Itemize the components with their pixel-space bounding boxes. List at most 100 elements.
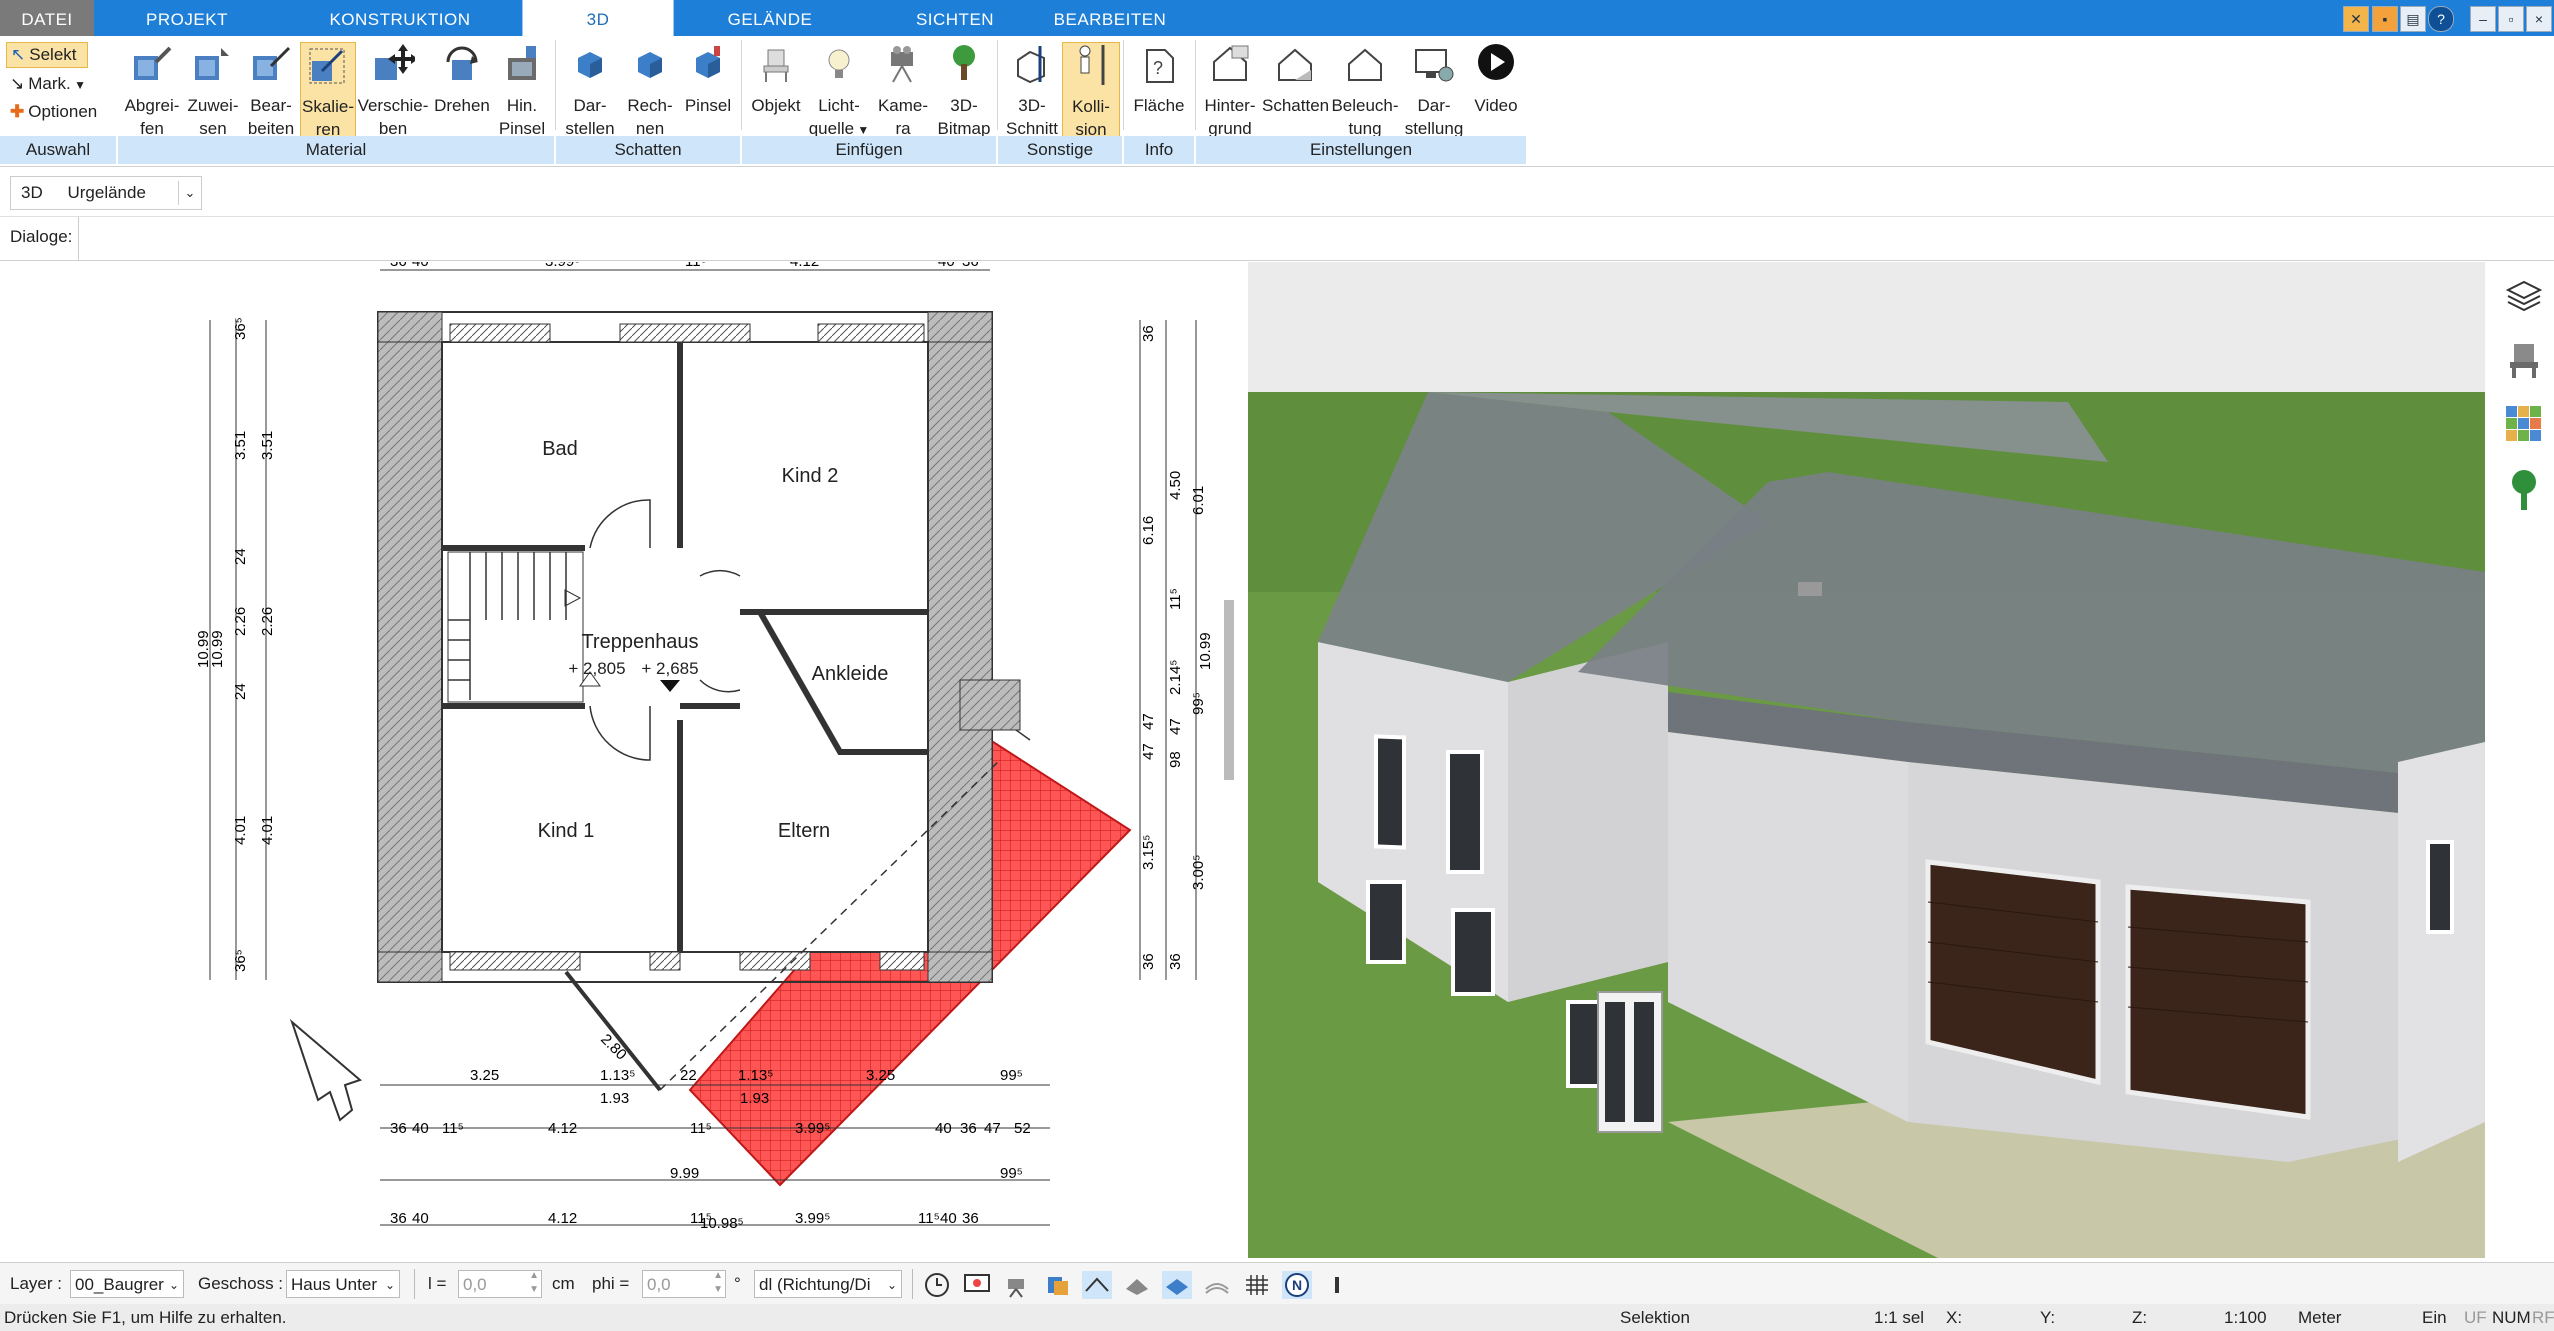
geschoss-dropdown[interactable]: Haus Unter ⌄ — [286, 1270, 400, 1298]
edit-material-icon — [253, 46, 291, 80]
tools-icon[interactable]: ✕ — [2343, 6, 2369, 32]
wireframe-icon[interactable] — [1082, 1271, 1112, 1299]
3d-scene[interactable] — [1248, 262, 2485, 1258]
ribbon-tab-bar: DATEI PROJEKT KONSTRUKTION 3D GELÄNDE SI… — [0, 0, 2554, 38]
tree-icon[interactable] — [2504, 468, 2544, 512]
bottom-toolbar: Layer : 00_Baugrer ⌄ Geschoss : Haus Unte… — [0, 1262, 2554, 1305]
mark-icon: ↘ — [10, 74, 25, 93]
help-icon[interactable]: ? — [2428, 6, 2454, 32]
tab-datei[interactable]: DATEI — [0, 0, 94, 36]
mark-button[interactable]: ↘ Mark. ▼ — [6, 72, 96, 96]
svg-text:N: N — [1292, 1277, 1302, 1293]
schatten-darstellen-button[interactable]: Dar-stellen — [560, 42, 620, 140]
layers-view-icon[interactable] — [1042, 1271, 1072, 1299]
ein-indicator: Ein — [2422, 1308, 2447, 1327]
minimize-icon[interactable]: – — [2470, 6, 2496, 32]
floor-plan-view[interactable]: Bad Kind 2 Treppenhaus + 2,805 + 2,685 A… — [0, 262, 1240, 1232]
abgreifen-button[interactable]: Abgrei-fen — [120, 42, 184, 140]
window — [879, 951, 925, 971]
video-button[interactable]: Video — [1468, 42, 1524, 117]
dim-label: 4.12 — [548, 1120, 577, 1137]
objekt-button[interactable]: Objekt — [746, 42, 806, 117]
chevron-down-icon[interactable]: ⌄ — [178, 181, 201, 205]
rf-indicator: RF — [2532, 1308, 2554, 1327]
flaeche-button[interactable]: ? Fläche — [1128, 42, 1190, 117]
display-settings-icon — [1415, 49, 1454, 82]
shadow-toggle-icon[interactable] — [1202, 1271, 1232, 1299]
floor-plan-canvas[interactable]: Bad Kind 2 Treppenhaus + 2,805 + 2,685 A… — [0, 262, 1240, 1232]
materials-icon[interactable] — [2504, 404, 2544, 444]
dim-label: 4.12 — [548, 1210, 577, 1227]
dim-label: 4.01 — [232, 816, 249, 845]
vertical-scrollbar[interactable] — [1224, 600, 1234, 780]
sky — [1248, 262, 2485, 392]
terrain-dropdown[interactable]: 3D Urgelände ⌄ — [10, 176, 202, 210]
chevron-down-icon: ⌄ — [384, 1278, 395, 1292]
window — [649, 951, 681, 971]
3d-bitmap-button[interactable]: 3D- Bitmap — [934, 42, 994, 140]
solid-view-icon[interactable] — [1162, 1271, 1192, 1299]
length-input[interactable]: 0,0 ▲ ▼ — [458, 1270, 542, 1298]
dim-label: 40 — [938, 262, 955, 270]
direction-dropdown[interactable]: dl (Richtung/Di ⌄ — [754, 1270, 902, 1298]
dim-label: 1.93 — [740, 1090, 769, 1107]
schatten-rechnen-button[interactable]: Rech-nen — [620, 42, 680, 140]
schatten-settings-button[interactable]: Schatten — [1262, 42, 1329, 117]
tab-sichten[interactable]: SICHTEN — [890, 0, 1020, 36]
window-3d — [1374, 734, 1406, 850]
tab-konstruktion[interactable]: KONSTRUKTION — [318, 0, 482, 36]
window — [817, 323, 925, 343]
spinner-icon[interactable]: ▲ ▼ — [713, 1269, 723, 1297]
tab-3d[interactable]: 3D — [522, 0, 674, 38]
tab-projekt[interactable]: PROJEKT — [120, 0, 254, 36]
phi-input[interactable]: 0,0 ▲ ▼ — [642, 1270, 726, 1298]
bearbeiten-button[interactable]: Bear-beiten — [242, 42, 300, 140]
lichtquelle-button[interactable]: Licht-quelle ▼ — [806, 42, 872, 142]
zuweisen-button[interactable]: Zuwei-sen — [184, 42, 242, 140]
optionen-button[interactable]: ✚ Optionen — [6, 100, 116, 124]
divider — [912, 1269, 913, 1299]
play-icon — [1478, 44, 1514, 80]
dim-label: 36 — [390, 1120, 407, 1137]
layer-dropdown[interactable]: 00_Baugrer ⌄ — [70, 1270, 184, 1298]
monitor-icon[interactable] — [962, 1271, 992, 1299]
restore-icon[interactable]: ▫ — [2498, 6, 2524, 32]
dim-label: 40 — [412, 262, 429, 270]
tab-bearbeiten[interactable]: BEARBEITEN — [1040, 0, 1180, 36]
window — [739, 951, 811, 971]
geschoss-label: Geschoss : — [198, 1274, 284, 1293]
grid-icon[interactable] — [1242, 1271, 1272, 1299]
close-icon[interactable]: × — [2526, 6, 2552, 32]
clock-icon[interactable] — [922, 1271, 952, 1299]
dim-label: 99⁵ — [1190, 692, 1207, 715]
window — [449, 951, 581, 971]
window-icon[interactable]: ▪ — [2372, 6, 2398, 32]
skalieren-button[interactable]: Skalie-ren — [300, 42, 356, 139]
3d-view[interactable] — [1248, 262, 2485, 1258]
beleuchtung-button[interactable]: Beleuch-tung — [1330, 42, 1400, 140]
north-icon[interactable]: N — [1282, 1271, 1312, 1299]
print-icon[interactable]: ▤ — [2400, 6, 2426, 32]
selekt-button[interactable]: ↖ Selekt — [6, 42, 88, 68]
darstellung-button[interactable]: Dar-stellung — [1400, 42, 1468, 140]
dim-label: 11⁵ — [918, 1210, 940, 1227]
chair-icon[interactable] — [2504, 340, 2544, 380]
kollision-button[interactable]: Kolli-sion — [1062, 42, 1120, 139]
coord-x: X: — [1946, 1308, 1963, 1327]
dim-label: 47 — [984, 1120, 1001, 1137]
hintergrund-button[interactable]: Hinter-grund — [1198, 42, 1262, 140]
camera-view-icon[interactable] — [1002, 1271, 1032, 1299]
hin-pinsel-button[interactable]: Hin. Pinsel — [494, 42, 550, 140]
texture-icon[interactable] — [1122, 1271, 1152, 1299]
eyedropper-icon — [134, 46, 172, 80]
kamera-button[interactable]: Kame-ra — [872, 42, 934, 140]
schatten-pinsel-button[interactable]: Pinsel — [680, 42, 736, 117]
drehen-button[interactable]: Drehen — [430, 42, 494, 117]
spinner-icon[interactable]: ▲ ▼ — [529, 1269, 539, 1297]
layers-icon[interactable] — [2504, 276, 2544, 316]
3d-schnitt-button[interactable]: 3D- Schnitt — [1002, 42, 1062, 140]
verschieben-button[interactable]: Verschie-ben — [356, 42, 430, 140]
dim-label: 6.01 — [1190, 486, 1207, 515]
more-options-icon[interactable] — [1322, 1271, 1352, 1299]
tab-gelaende[interactable]: GELÄNDE — [700, 0, 840, 36]
